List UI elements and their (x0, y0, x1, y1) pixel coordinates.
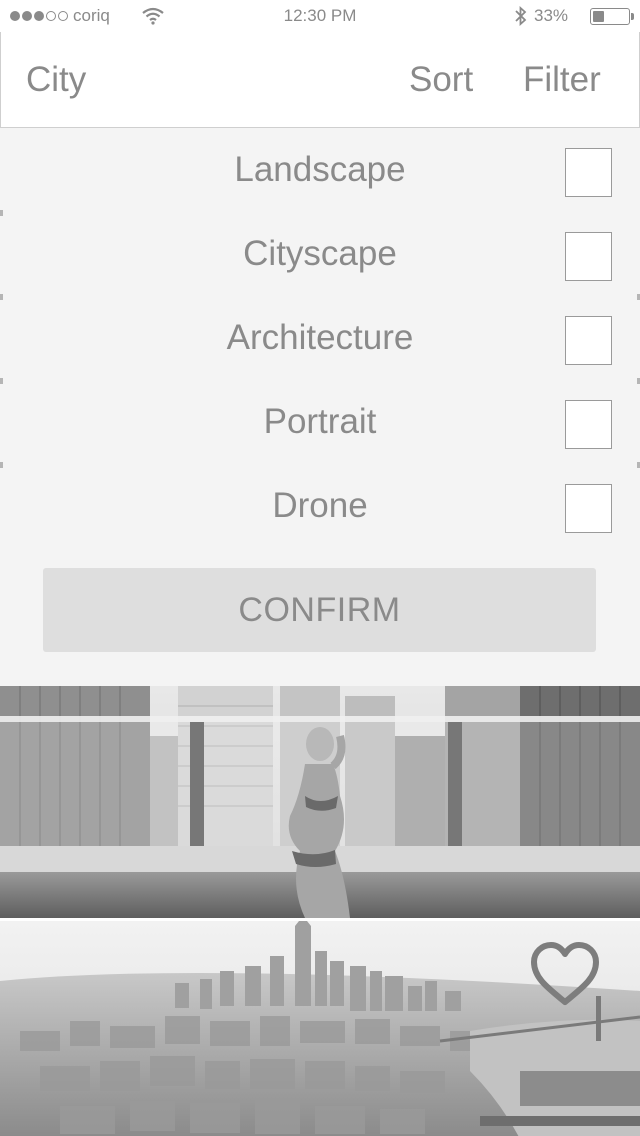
filter-option-portrait[interactable]: Portrait (0, 380, 640, 464)
filter-label: Cityscape (243, 234, 397, 273)
filter-button[interactable]: Filter (523, 60, 601, 100)
favorite-button[interactable] (528, 940, 602, 1008)
filter-panel: Landscape Cityscape Architecture Portrai… (0, 128, 640, 686)
rooftop-pool-image (0, 686, 640, 918)
filter-option-architecture[interactable]: Architecture (0, 296, 640, 380)
filter-label: Drone (272, 486, 368, 525)
filter-option-drone[interactable]: Drone (0, 464, 640, 548)
landscape-checkbox[interactable] (565, 148, 612, 197)
battery-icon (590, 8, 630, 25)
photo-card-rooftop-pool[interactable] (0, 686, 640, 918)
battery-cap (631, 13, 634, 20)
page-title: City (26, 60, 87, 99)
battery-percentage: 33% (534, 6, 569, 25)
architecture-checkbox[interactable] (565, 316, 612, 365)
filter-label: Architecture (226, 318, 414, 357)
portrait-checkbox[interactable] (565, 400, 612, 449)
cityscape-checkbox[interactable] (565, 232, 612, 281)
app-screen: coriq 12:30 PM 33% City Sort Filter Land… (0, 0, 640, 1136)
status-bar: coriq 12:30 PM 33% (0, 0, 640, 32)
sort-button[interactable]: Sort (409, 60, 473, 100)
filter-option-cityscape[interactable]: Cityscape (0, 212, 640, 296)
filter-label: Portrait (263, 402, 377, 441)
heart-icon (531, 942, 599, 1005)
confirm-button[interactable]: CONFIRM (43, 568, 596, 652)
filter-label: Landscape (234, 150, 406, 189)
bluetooth-icon (514, 5, 528, 31)
navigation-bar: City Sort Filter (0, 32, 640, 128)
filter-option-landscape[interactable]: Landscape (0, 128, 640, 212)
drone-checkbox[interactable] (565, 484, 612, 533)
